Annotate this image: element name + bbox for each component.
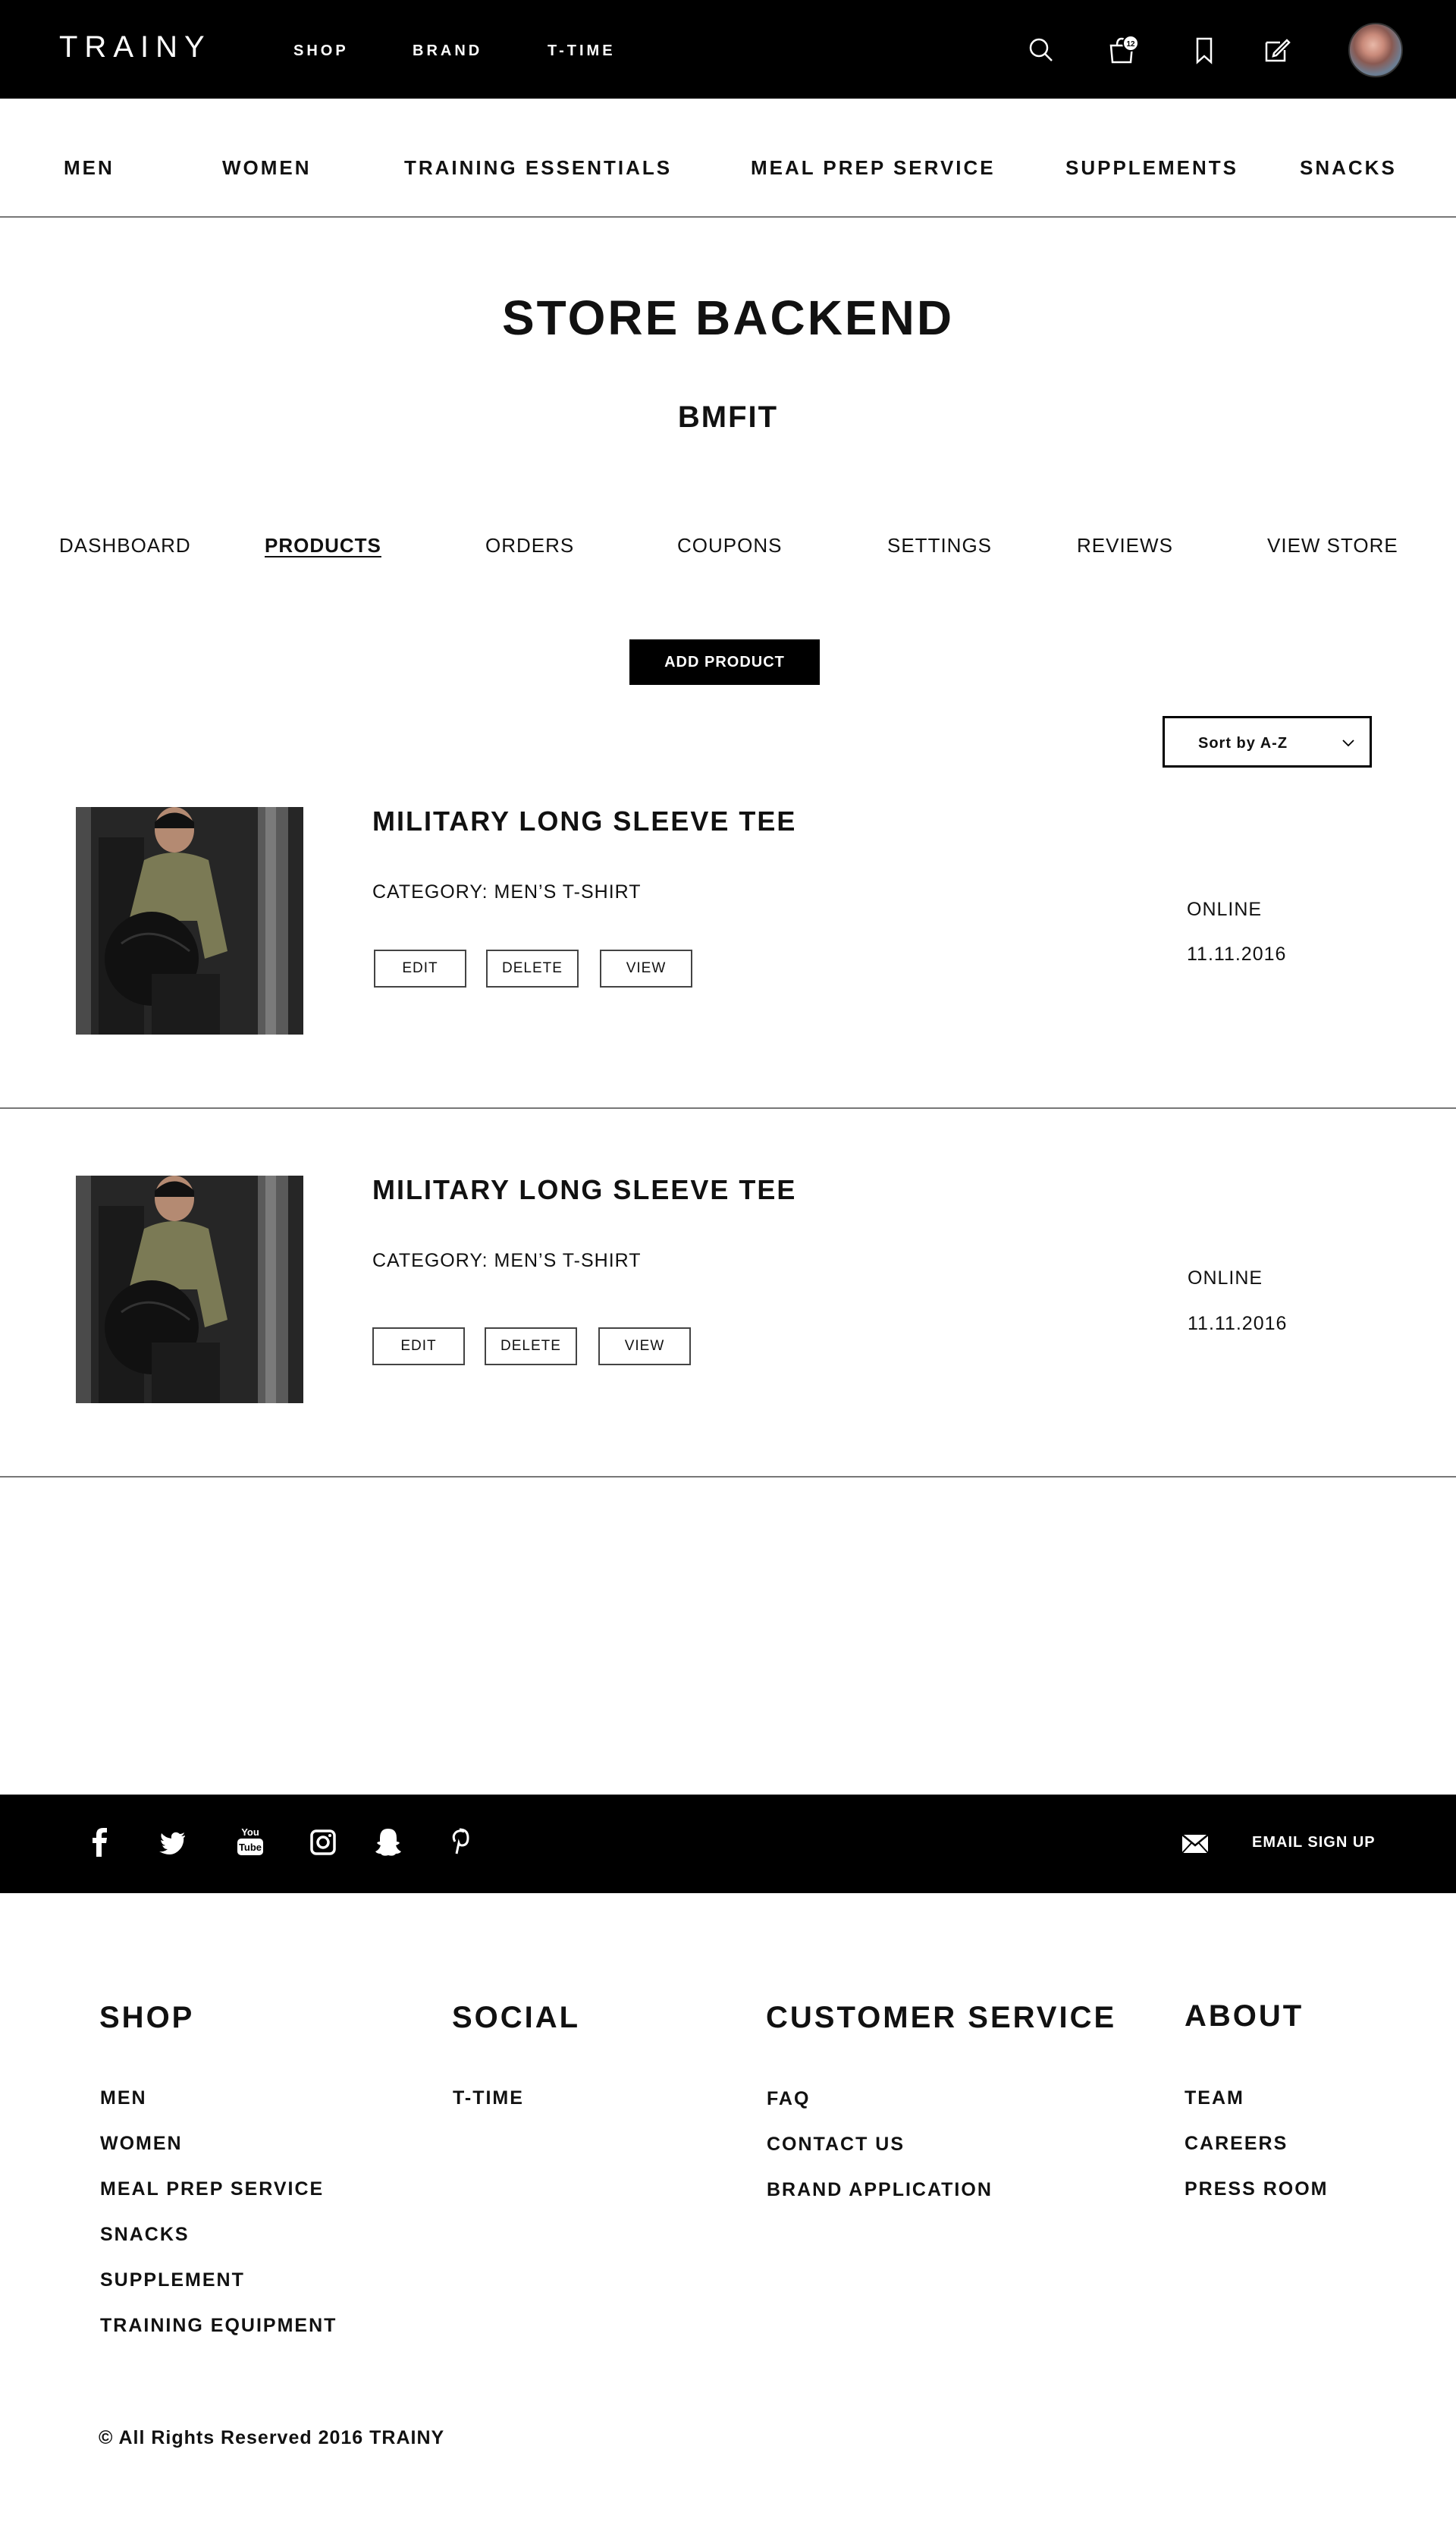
edit-button[interactable]: EDIT — [374, 950, 466, 988]
footer-title-shop: SHOP — [99, 2001, 195, 2034]
product-category: CATEGORY: MEN’S T-SHIRT — [372, 881, 642, 903]
divider — [0, 1107, 1456, 1109]
instagram-icon[interactable] — [308, 1825, 338, 1858]
add-product-button[interactable]: ADD PRODUCT — [629, 639, 820, 685]
category-women[interactable]: WOMEN — [222, 156, 312, 180]
nav-brand[interactable]: BRAND — [413, 42, 482, 60]
bookmark-icon[interactable] — [1189, 35, 1219, 65]
footer-link-press-room[interactable]: PRESS ROOM — [1185, 2178, 1328, 2200]
divider — [0, 216, 1456, 218]
footer-link-training-equipment[interactable]: TRAINING EQUIPMENT — [100, 2315, 337, 2337]
social-bar: You Tube EMAIL SIGN UP — [0, 1795, 1456, 1893]
footer-link-men[interactable]: MEN — [100, 2087, 147, 2109]
youtube-icon[interactable]: You Tube — [235, 1825, 265, 1858]
pinterest-icon[interactable] — [444, 1825, 475, 1858]
top-header: TRAINY SHOP BRAND T-TIME 12 — [0, 0, 1456, 99]
tab-products[interactable]: PRODUCTS — [265, 534, 381, 557]
svg-text:Tube: Tube — [239, 1842, 262, 1853]
product-image[interactable] — [76, 807, 303, 1035]
tab-coupons[interactable]: COUPONS — [677, 534, 782, 557]
cart-count-badge: 12 — [1122, 35, 1139, 52]
status-badge: ONLINE — [1188, 1267, 1263, 1289]
footer-title-customer-service: CUSTOMER SERVICE — [766, 2001, 1117, 2034]
copyright: © All Rights Reserved 2016 TRAINY — [99, 2427, 445, 2448]
product-date: 11.11.2016 — [1187, 944, 1287, 965]
footer-link-faq[interactable]: FAQ — [767, 2088, 810, 2110]
category-snacks[interactable]: SNACKS — [1300, 156, 1397, 180]
edit-button[interactable]: EDIT — [372, 1327, 465, 1365]
product-date: 11.11.2016 — [1188, 1313, 1288, 1334]
category-meal-prep-service[interactable]: MEAL PREP SERVICE — [751, 156, 996, 180]
footer-link-supplement[interactable]: SUPPLEMENT — [100, 2269, 245, 2291]
snapchat-icon[interactable] — [373, 1825, 403, 1858]
footer-link-team[interactable]: TEAM — [1185, 2087, 1244, 2109]
tab-dashboard[interactable]: DASHBOARD — [59, 534, 191, 557]
footer-link-t-time[interactable]: T-TIME — [453, 2087, 524, 2109]
product-image[interactable] — [76, 1176, 303, 1403]
category-men[interactable]: MEN — [64, 156, 115, 180]
tab-reviews[interactable]: REVIEWS — [1077, 534, 1173, 557]
delete-button[interactable]: DELETE — [485, 1327, 577, 1365]
category-supplements[interactable]: SUPPLEMENTS — [1065, 156, 1238, 180]
edit-icon[interactable] — [1262, 35, 1292, 65]
nav-shop[interactable]: SHOP — [293, 42, 349, 60]
tab-settings[interactable]: SETTINGS — [887, 534, 992, 557]
footer-link-snacks[interactable]: SNACKS — [100, 2224, 190, 2246]
facebook-icon[interactable] — [85, 1825, 115, 1858]
footer-link-contact-us[interactable]: CONTACT US — [767, 2134, 905, 2156]
logo[interactable]: TRAINY — [59, 30, 212, 64]
category-training-essentials[interactable]: TRAINING ESSENTIALS — [404, 156, 672, 180]
sort-label: Sort by A-Z — [1198, 735, 1288, 752]
delete-button[interactable]: DELETE — [486, 950, 579, 988]
tab-view-store[interactable]: VIEW STORE — [1267, 534, 1398, 557]
twitter-icon[interactable] — [158, 1825, 188, 1858]
mail-icon[interactable] — [1181, 1834, 1209, 1854]
footer-link-women[interactable]: WOMEN — [100, 2133, 183, 2155]
status-badge: ONLINE — [1187, 899, 1263, 920]
sort-dropdown[interactable]: Sort by A-Z — [1163, 716, 1372, 768]
footer-title-about: ABOUT — [1185, 1999, 1304, 2033]
footer-link-careers[interactable]: CAREERS — [1185, 2133, 1288, 2155]
svg-text:You: You — [241, 1826, 259, 1838]
product-title[interactable]: MILITARY LONG SLEEVE TEE — [372, 1174, 796, 1206]
store-name: BMFIT — [677, 400, 779, 434]
search-icon[interactable] — [1026, 35, 1056, 65]
page-title: STORE BACKEND — [501, 290, 955, 345]
footer-link-meal-prep-service[interactable]: MEAL PREP SERVICE — [100, 2178, 324, 2200]
view-button[interactable]: VIEW — [598, 1327, 691, 1365]
divider — [0, 1476, 1456, 1478]
chevron-down-icon — [1342, 740, 1354, 747]
product-category: CATEGORY: MEN’S T-SHIRT — [372, 1250, 642, 1271]
tab-orders[interactable]: ORDERS — [485, 534, 574, 557]
avatar[interactable] — [1348, 23, 1403, 77]
product-title[interactable]: MILITARY LONG SLEEVE TEE — [372, 806, 796, 837]
nav-t-time[interactable]: T-TIME — [548, 42, 616, 60]
footer-link-brand-application[interactable]: BRAND APPLICATION — [767, 2179, 993, 2201]
email-signup-link[interactable]: EMAIL SIGN UP — [1252, 1834, 1376, 1851]
footer-title-social: SOCIAL — [452, 2001, 581, 2034]
view-button[interactable]: VIEW — [600, 950, 692, 988]
